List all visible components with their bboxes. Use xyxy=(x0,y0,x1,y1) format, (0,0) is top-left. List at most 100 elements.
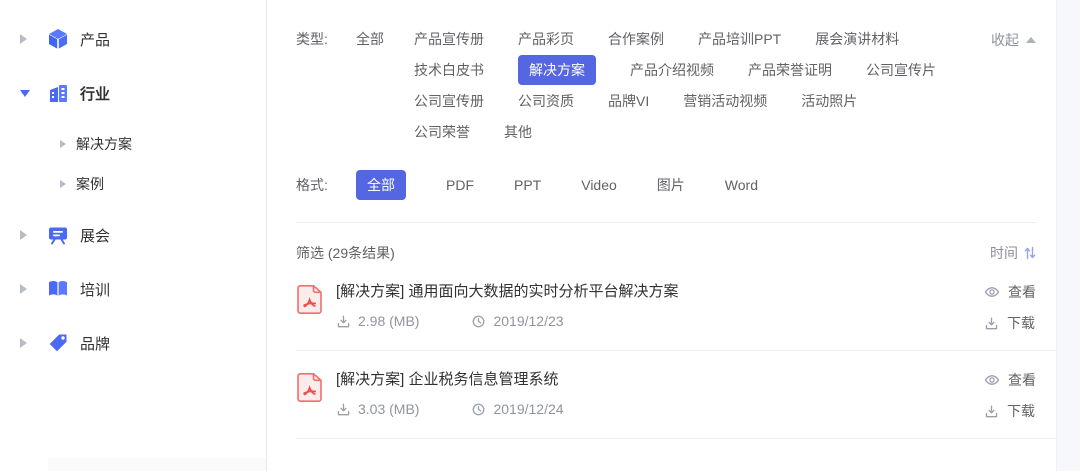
type-filter-label: 类型: xyxy=(296,28,342,152)
chevron-right-icon xyxy=(60,140,66,148)
chevron-right-icon xyxy=(60,180,66,188)
type-chip[interactable]: 展会演讲材料 xyxy=(815,28,899,50)
chevron-right-icon xyxy=(20,34,34,44)
sidebar-subitem-label: 解决方案 xyxy=(76,134,132,154)
format-chip[interactable]: PPT xyxy=(514,174,541,196)
book-icon xyxy=(46,277,70,301)
eye-icon xyxy=(984,372,1000,388)
type-chip[interactable]: 产品荣誉证明 xyxy=(748,59,832,81)
chevron-down-icon xyxy=(20,90,34,97)
file-meta: 2.98 (MB) 2019/12/23 xyxy=(336,313,984,329)
building-icon xyxy=(46,81,70,105)
file-date-text: 2019/12/24 xyxy=(493,401,563,417)
sidebar-item-industry[interactable]: 行业 xyxy=(0,70,266,116)
type-chip[interactable]: 其他 xyxy=(504,121,532,143)
format-chip[interactable]: PDF xyxy=(446,174,474,196)
main-content: 类型: 全部 产品宣传册 产品彩页 合作案例 产品培训PPT 展会演讲材料 技术… xyxy=(268,0,1056,471)
clock-icon xyxy=(471,314,486,329)
clock-icon xyxy=(471,402,486,417)
download-button[interactable]: 下载 xyxy=(984,313,1036,333)
file-actions: 查看 下载 xyxy=(984,282,1036,333)
type-chip[interactable]: 公司宣传片 xyxy=(866,59,936,81)
type-chip[interactable]: 技术白皮书 xyxy=(414,59,484,81)
tag-icon xyxy=(46,331,70,355)
sidebar-item-label: 培训 xyxy=(80,279,110,300)
sidebar-item-brand[interactable]: 品牌 xyxy=(0,320,266,366)
file-size: 3.03 (MB) xyxy=(336,401,419,417)
file-date: 2019/12/23 xyxy=(471,313,563,329)
sidebar-item-label: 行业 xyxy=(80,83,110,104)
format-chip[interactable]: 图片 xyxy=(657,174,685,196)
file-info: [解决方案] 企业税务信息管理系统 3.03 (MB) xyxy=(336,370,984,417)
file-size: 2.98 (MB) xyxy=(336,313,419,329)
chevron-right-icon xyxy=(20,284,34,294)
sidebar-subitem-label: 案例 xyxy=(76,174,104,194)
type-chip[interactable]: 产品宣传册 xyxy=(414,28,484,50)
format-chip-selected[interactable]: 全部 xyxy=(356,170,406,200)
type-chip[interactable]: 合作案例 xyxy=(608,28,664,50)
results-summary: 筛选 (29条结果) xyxy=(296,243,395,263)
file-title[interactable]: [解决方案] 企业税务信息管理系统 xyxy=(336,370,984,390)
type-chip[interactable]: 品牌VI xyxy=(608,90,649,112)
type-chip[interactable]: 产品培训PPT xyxy=(698,28,781,50)
table-row: [解决方案] 企业税务信息管理系统 3.03 (MB) xyxy=(296,351,1056,439)
eye-icon xyxy=(984,284,1000,300)
download-label: 下载 xyxy=(1007,313,1035,333)
sidebar-item-label: 品牌 xyxy=(80,333,110,354)
download-button[interactable]: 下载 xyxy=(984,401,1036,421)
category-sidebar: 产品 行业 解决方案 案例 xyxy=(0,0,267,471)
format-chip[interactable]: Video xyxy=(581,174,617,196)
file-size-text: 3.03 (MB) xyxy=(358,401,419,417)
type-filter: 类型: 全部 产品宣传册 产品彩页 合作案例 产品培训PPT 展会演讲材料 技术… xyxy=(296,28,1056,152)
sort-arrows-icon xyxy=(1024,246,1036,260)
industry-sub-list: 解决方案 案例 xyxy=(0,124,266,204)
file-meta: 3.03 (MB) 2019/12/24 xyxy=(336,401,984,417)
view-label: 查看 xyxy=(1008,370,1036,390)
type-chip[interactable]: 公司荣誉 xyxy=(414,121,470,143)
type-chip-all[interactable]: 全部 xyxy=(342,28,414,152)
file-actions: 查看 下载 xyxy=(984,370,1036,421)
sidebar-item-products[interactable]: 产品 xyxy=(0,16,266,62)
table-row: [解决方案] 通用面向大数据的实时分析平台解决方案 2.98 (MB) xyxy=(296,263,1056,351)
collapse-button[interactable]: 收起 xyxy=(991,30,1036,50)
sidebar-item-cases[interactable]: 案例 xyxy=(0,164,266,204)
pdf-file-icon xyxy=(296,284,323,315)
pdf-file-icon xyxy=(296,372,323,403)
type-chip[interactable]: 公司资质 xyxy=(518,90,574,112)
sidebar-item-training[interactable]: 培训 xyxy=(0,266,266,312)
chevron-right-icon xyxy=(20,230,34,240)
file-title[interactable]: [解决方案] 通用面向大数据的实时分析平台解决方案 xyxy=(336,282,984,302)
divider xyxy=(296,222,1036,223)
type-chip[interactable]: 产品介绍视频 xyxy=(630,59,714,81)
sidebar-item-solutions[interactable]: 解决方案 xyxy=(0,124,266,164)
view-button[interactable]: 查看 xyxy=(984,282,1036,302)
format-chip-row: 全部 PDF PPT Video 图片 Word xyxy=(342,174,758,196)
results-header: 筛选 (29条结果) 时间 xyxy=(296,243,1036,263)
file-size-text: 2.98 (MB) xyxy=(358,313,419,329)
type-chip-selected[interactable]: 解决方案 xyxy=(518,55,596,85)
type-chip[interactable]: 营销活动视频 xyxy=(683,90,767,112)
format-chip[interactable]: Word xyxy=(725,174,758,196)
sidebar-scrollbar-track[interactable] xyxy=(48,458,266,471)
download-tray-icon xyxy=(336,314,351,329)
view-label: 查看 xyxy=(1008,282,1036,302)
type-chip-rows: 产品宣传册 产品彩页 合作案例 产品培训PPT 展会演讲材料 技术白皮书 解决方… xyxy=(414,28,1056,152)
file-info: [解决方案] 通用面向大数据的实时分析平台解决方案 2.98 (MB) xyxy=(336,282,984,329)
file-date-text: 2019/12/23 xyxy=(493,313,563,329)
file-date: 2019/12/24 xyxy=(471,401,563,417)
download-tray-icon xyxy=(984,404,999,419)
sidebar-item-label: 产品 xyxy=(80,29,110,50)
type-chip[interactable]: 公司宣传册 xyxy=(414,90,484,112)
format-filter-label: 格式: xyxy=(296,174,342,196)
sort-label: 时间 xyxy=(990,243,1018,263)
type-chip[interactable]: 产品彩页 xyxy=(518,28,574,50)
sidebar-item-label: 展会 xyxy=(80,225,110,246)
type-chip[interactable]: 活动照片 xyxy=(801,90,857,112)
sidebar-item-exhibition[interactable]: 展会 xyxy=(0,212,266,258)
view-button[interactable]: 查看 xyxy=(984,370,1036,390)
download-tray-icon xyxy=(984,316,999,331)
sort-by-time-button[interactable]: 时间 xyxy=(990,243,1036,263)
page-scrollbar-track[interactable] xyxy=(1056,0,1080,471)
format-filter: 格式: 全部 PDF PPT Video 图片 Word xyxy=(296,174,1056,196)
chevron-right-icon xyxy=(20,338,34,348)
